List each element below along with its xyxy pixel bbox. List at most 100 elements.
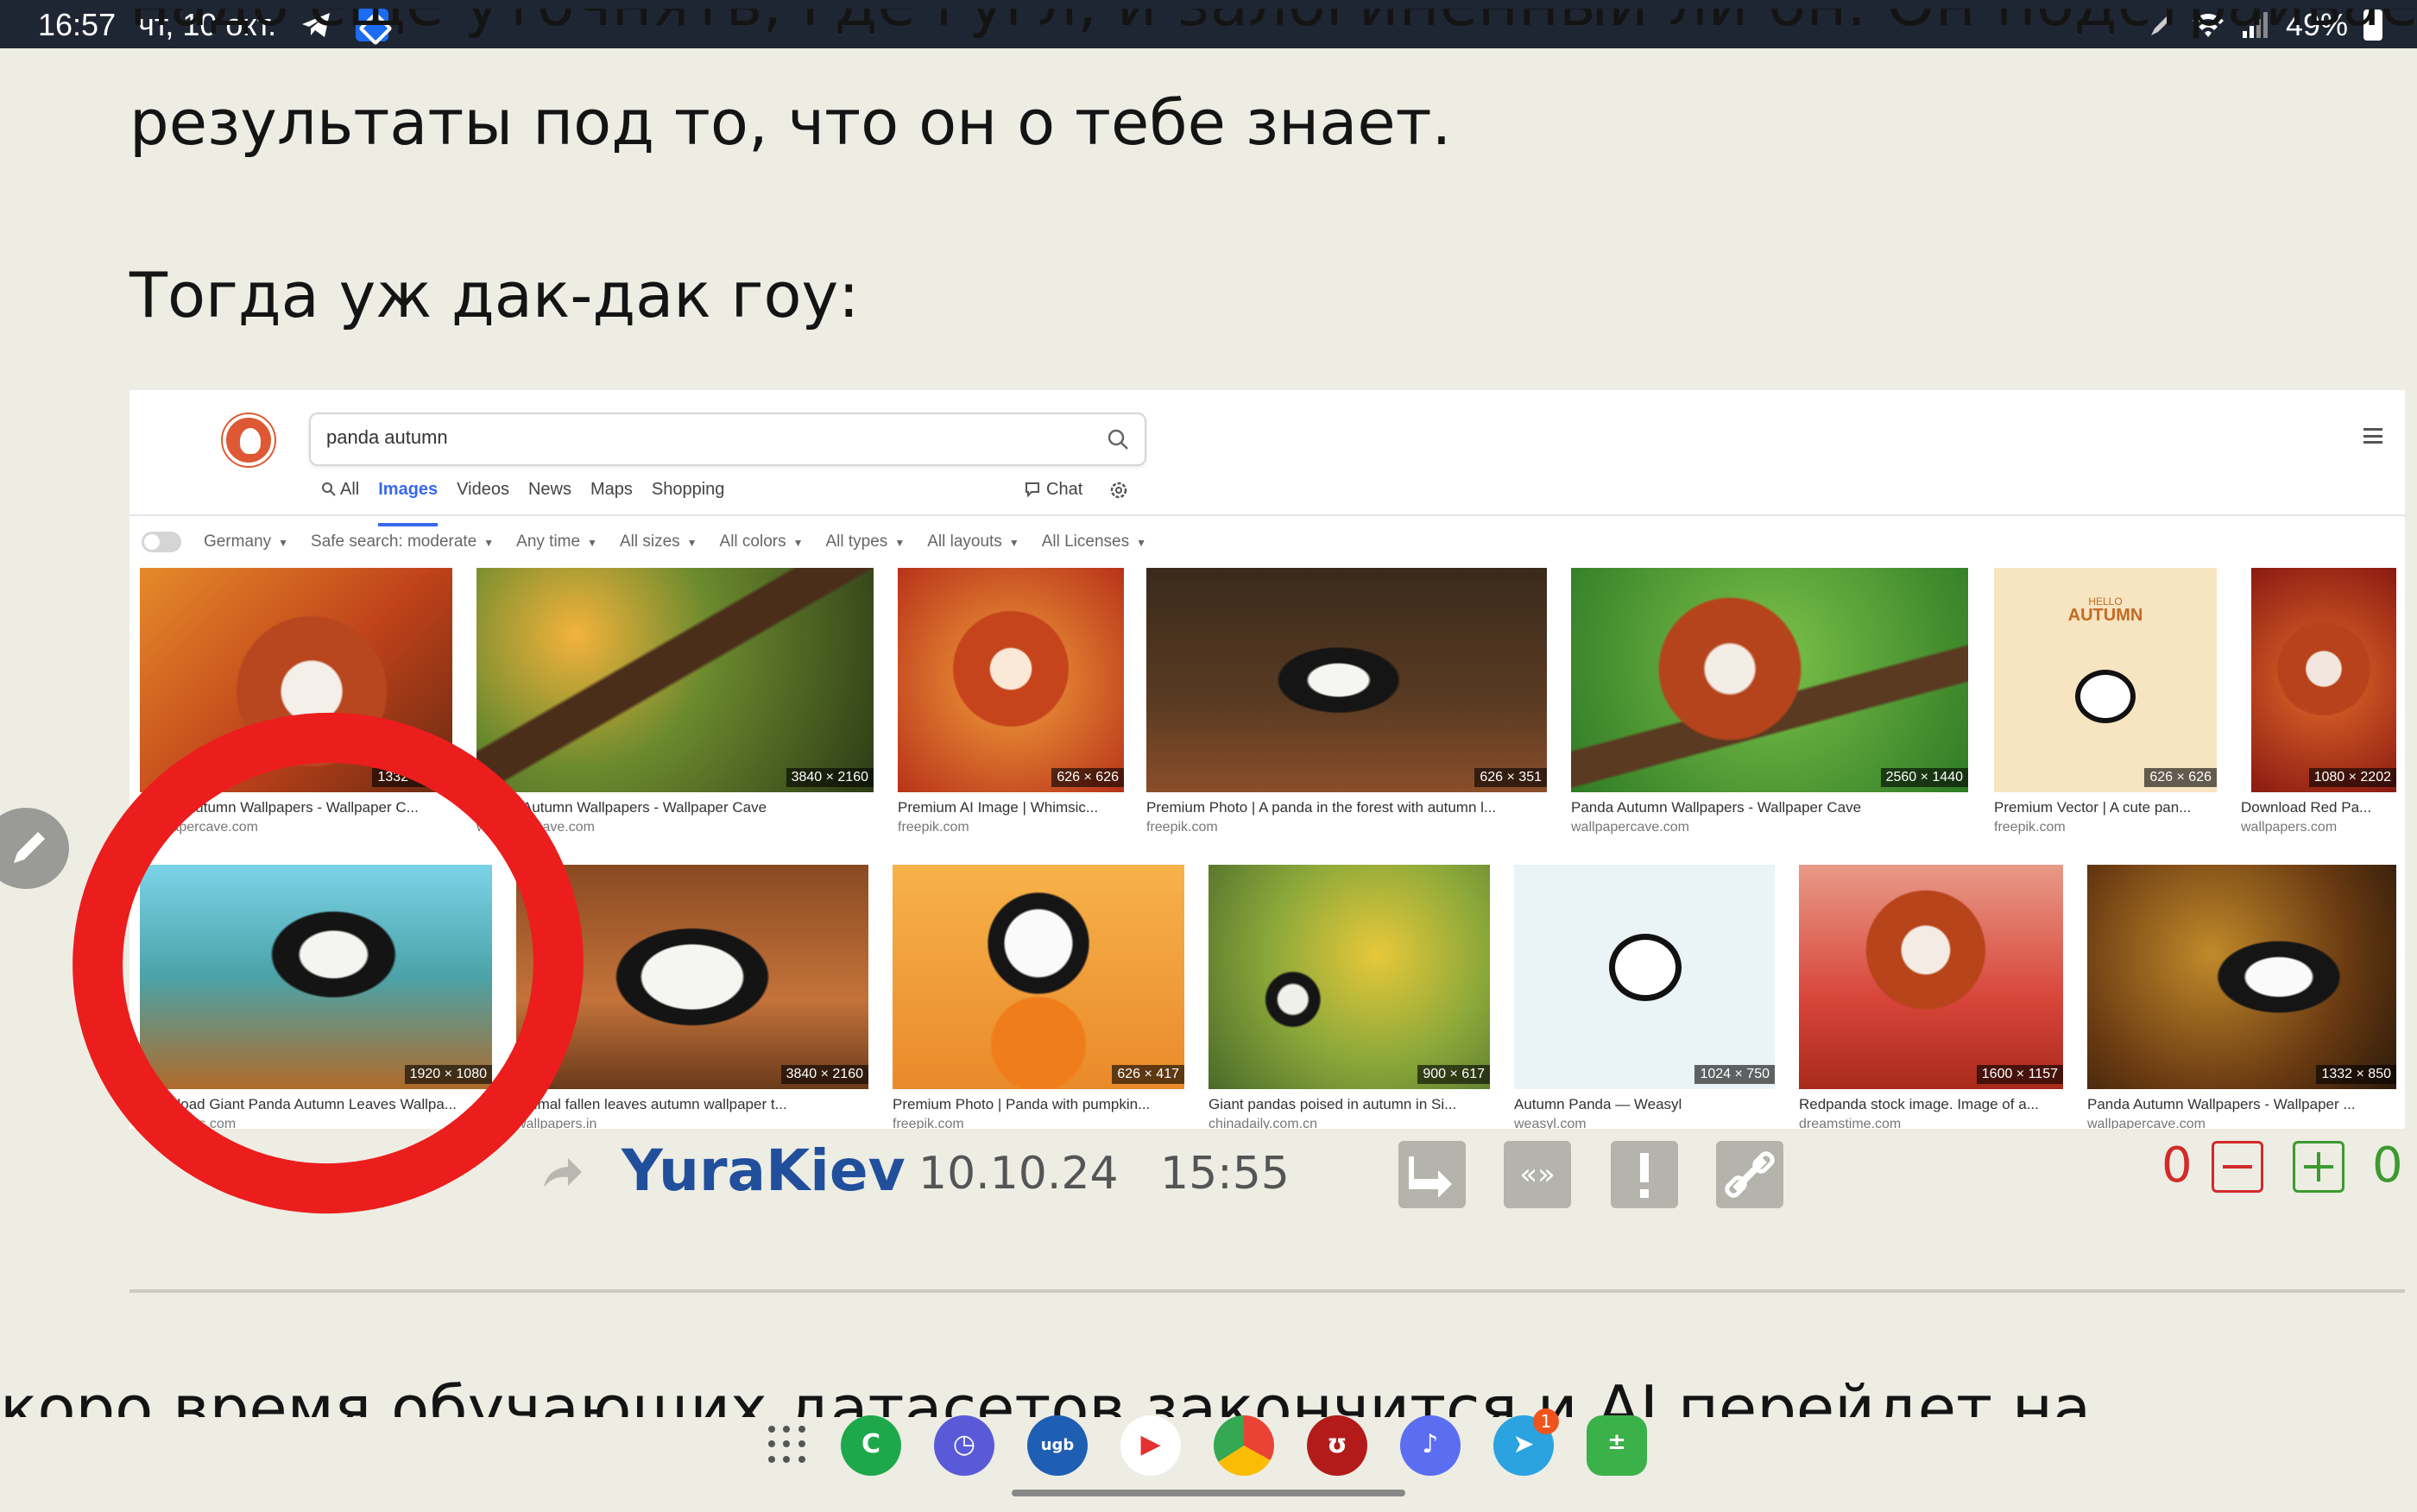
reply-button[interactable] — [1398, 1141, 1466, 1208]
image-source: dreamstime.com — [1799, 1117, 1902, 1129]
share-arrow-icon[interactable] — [540, 1153, 584, 1193]
filter-size: All sizes ▼ — [619, 532, 697, 551]
filter-region: Germany ▼ — [204, 532, 289, 551]
filter-bar: Germany ▼ Safe search: moderate ▼ Any time… — [142, 532, 1146, 552]
image-caption: Premium Vector | A cute pan... — [1994, 799, 2192, 816]
ugb-app-icon[interactable]: ugb — [1027, 1415, 1088, 1476]
permalink-button[interactable] — [1716, 1141, 1783, 1208]
next-post-text: коро время обучающих датасетов закончитс… — [0, 1372, 2092, 1417]
filter-license: All Licenses ▼ — [1041, 532, 1146, 551]
red-panda-tree-image — [476, 568, 874, 792]
image-caption: Redpanda stock image. Image of a... — [1799, 1096, 2039, 1112]
plus-score: 0 — [2372, 1137, 2403, 1194]
search-tabs: All Images Videos News Maps Shopping — [321, 480, 724, 526]
minus-score: 0 — [2161, 1137, 2193, 1194]
image-result: 626 × 626 Premium AI Image | Whimsic... … — [898, 568, 1124, 844]
image-source: weasyl.com — [1514, 1117, 1587, 1129]
calculator-app-icon[interactable]: ± — [1587, 1415, 1647, 1476]
image-source: freepik.com — [898, 820, 969, 835]
image-caption: Panda Autumn Wallpapers - Wallpaper ... — [2087, 1096, 2356, 1112]
image-dimensions: 1024 × 750 — [1694, 1065, 1775, 1084]
hand-app-icon[interactable]: ʊ — [1307, 1415, 1367, 1476]
panda-forest-image — [1146, 568, 1547, 792]
chrome-app-icon[interactable] — [1214, 1415, 1274, 1476]
app-drawer-icon[interactable] — [768, 1426, 808, 1465]
phone-app-icon[interactable]: C — [841, 1415, 901, 1476]
image-dimensions: 626 × 417 — [1112, 1065, 1184, 1084]
image-dimensions: 3840 × 2160 — [780, 1065, 868, 1084]
image-dimensions: 3840 × 2160 — [786, 768, 874, 787]
telegram-badge: 1 — [1533, 1408, 1559, 1434]
duckduckgo-logo — [223, 414, 275, 466]
menu-icon — [2363, 428, 2382, 444]
quote-button[interactable]: «» — [1504, 1141, 1571, 1208]
search-icon — [322, 482, 336, 496]
cartoon-red-panda-image — [898, 568, 1124, 792]
image-caption: Panda Autumn Wallpapers - Wallpaper Cave — [1571, 799, 1862, 816]
image-result: HELLO AUTUMN 626 × 626 Premium Vector | … — [1994, 568, 2217, 844]
svg-text:«»: «» — [1519, 1157, 1556, 1192]
panda-face-icon — [1609, 934, 1682, 1001]
image-result: 626 × 351 Premium Photo | A panda in the… — [1146, 568, 1547, 844]
clock-app-icon[interactable]: ◷ — [934, 1415, 994, 1476]
post-text-line-2: результаты под то, что он о тебе знает. — [129, 86, 1452, 159]
author-link[interactable]: YuraKiev — [622, 1137, 906, 1204]
filter-layout: All layouts ▼ — [927, 532, 1019, 551]
image-result: 1080 × 2202 Download Red Pa... wallpaper… — [2241, 568, 2396, 844]
minus-icon — [2223, 1165, 2252, 1169]
image-dimensions: 626 × 351 — [1474, 768, 1547, 787]
image-dimensions: 900 × 617 — [1417, 1065, 1490, 1084]
image-dimensions: 1600 × 1157 — [1976, 1065, 2063, 1084]
panda-face-icon — [2075, 670, 2136, 723]
image-caption: Download Red Pa... — [2241, 799, 2372, 816]
image-source: freepik.com — [1994, 820, 2066, 835]
post-time: 15:55 — [1160, 1148, 1290, 1200]
search-box: panda autumn — [309, 413, 1146, 466]
post-text-line-3: Тогда уж дак-дак гоу: — [129, 259, 860, 331]
image-result: 1600 × 1157 Redpanda stock image. Image … — [1799, 865, 2063, 1129]
vector-autumn-text: AUTUMN — [2067, 606, 2143, 625]
edit-floating-button[interactable] — [0, 808, 69, 889]
quote-icon: «» — [1519, 1157, 1556, 1192]
search-query: panda autumn — [326, 426, 448, 448]
filter-color: All colors ▼ — [719, 532, 804, 551]
vote-down-button[interactable] — [2212, 1141, 2263, 1193]
reply-arrow-icon — [1409, 1156, 1452, 1198]
search-icon — [1108, 429, 1128, 450]
pencil-icon — [14, 832, 45, 863]
clock: 16:57 — [38, 7, 117, 42]
home-indicator[interactable] — [1012, 1490, 1405, 1496]
filter-safe-search: Safe search: moderate ▼ — [311, 532, 495, 551]
pandas-autumn-image — [1208, 865, 1490, 1089]
tab-maps: Maps — [590, 480, 633, 499]
vote-up-button[interactable] — [2293, 1141, 2344, 1193]
music-app-icon[interactable]: ♪ — [1400, 1415, 1461, 1476]
plush-panda-image — [2087, 865, 2396, 1089]
image-source: freepik.com — [893, 1117, 964, 1129]
image-caption: Giant pandas poised in autumn in Si... — [1208, 1096, 1457, 1112]
image-result: 1332 × 850 Panda Autumn Wallpapers - Wal… — [2087, 865, 2396, 1129]
image-caption: Premium Photo | Panda with pumpkin... — [893, 1096, 1151, 1112]
image-source: freepik.com — [1146, 820, 1218, 835]
telegram-app-icon[interactable]: ➤ 1 — [1493, 1408, 1559, 1476]
region-toggle — [142, 532, 181, 552]
header-divider — [129, 514, 2405, 516]
youtube-app-icon[interactable]: ▶ — [1120, 1415, 1181, 1476]
image-source: wallpapers.com — [2241, 820, 2338, 835]
image-dimensions: 1080 × 2202 — [2308, 768, 2396, 787]
image-result: 2560 × 1440 Panda Autumn Wallpapers - Wa… — [1571, 568, 1968, 844]
filter-type: All types ▼ — [825, 532, 906, 551]
image-result: 3840 × 2160 Panda Autumn Wallpapers - Wa… — [476, 568, 874, 844]
image-caption: Panda Autumn Wallpapers - Wallpaper Cave — [476, 799, 767, 816]
red-panda-stock-image — [1799, 865, 2063, 1089]
post-divider — [129, 1289, 2405, 1293]
image-caption: Premium AI Image | Whimsic... — [898, 799, 1099, 816]
chat-tab: Chat — [1024, 480, 1082, 501]
tab-videos: Videos — [457, 480, 509, 499]
settings-gear-icon — [1111, 482, 1127, 499]
chat-icon — [1025, 482, 1039, 498]
report-button[interactable] — [1611, 1141, 1678, 1208]
red-panda-portrait-image — [2251, 568, 2396, 792]
panda-pumpkin-image — [893, 865, 1184, 1089]
image-dimensions: 1332 × 850 — [2316, 1065, 2396, 1084]
